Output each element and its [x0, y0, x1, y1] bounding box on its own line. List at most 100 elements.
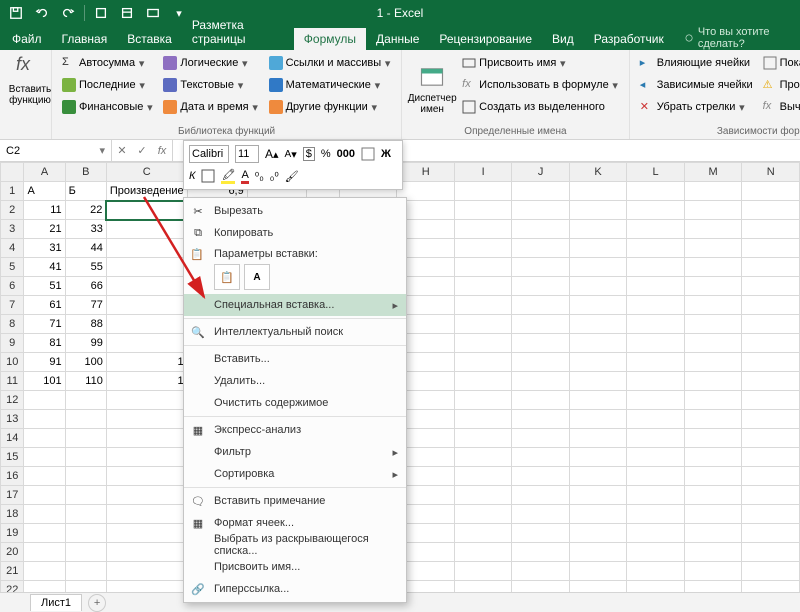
- cell[interactable]: [65, 467, 106, 486]
- cell[interactable]: [454, 505, 511, 524]
- cell[interactable]: [65, 581, 106, 593]
- cell[interactable]: 101: [24, 372, 65, 391]
- cell[interactable]: [106, 486, 187, 505]
- autosum-button[interactable]: ΣАвтосумма▾: [58, 52, 157, 74]
- cell[interactable]: [569, 296, 627, 315]
- cell[interactable]: [742, 258, 800, 277]
- trace-precedents-button[interactable]: ▸Влияющие ячейки: [636, 52, 757, 74]
- cell[interactable]: [512, 410, 569, 429]
- font-color-button[interactable]: A: [238, 165, 251, 187]
- cell[interactable]: [684, 201, 742, 220]
- cell[interactable]: [106, 410, 187, 429]
- col-header-N[interactable]: N: [742, 163, 800, 182]
- cell[interactable]: 21: [24, 220, 65, 239]
- cell[interactable]: [24, 467, 65, 486]
- tell-me[interactable]: Что вы хотите сделать?: [684, 26, 800, 50]
- cell[interactable]: 51: [24, 277, 65, 296]
- cell[interactable]: [627, 277, 684, 296]
- ctx-define-name[interactable]: Присвоить имя...: [184, 556, 406, 578]
- cell[interactable]: [742, 467, 800, 486]
- cell[interactable]: [65, 543, 106, 562]
- ctx-insert-comment[interactable]: 🗨Вставить примечание: [184, 490, 406, 512]
- cell[interactable]: 61: [24, 296, 65, 315]
- cell[interactable]: [512, 467, 569, 486]
- cell[interactable]: [684, 486, 742, 505]
- cell[interactable]: [684, 429, 742, 448]
- trace-dependents-button[interactable]: ◂Зависимые ячейки: [636, 74, 757, 96]
- remove-arrows-button[interactable]: ✕Убрать стрелки▾: [636, 96, 757, 118]
- cell[interactable]: [512, 448, 569, 467]
- tab-insert[interactable]: Вставка: [117, 28, 182, 50]
- cell[interactable]: [684, 581, 742, 593]
- cell[interactable]: [742, 315, 800, 334]
- cell[interactable]: [627, 258, 684, 277]
- col-header-B[interactable]: B: [65, 163, 106, 182]
- cell[interactable]: [65, 524, 106, 543]
- recent-button[interactable]: Последние▾: [58, 74, 157, 96]
- fill-color-button[interactable]: 🖍: [218, 165, 238, 187]
- cell[interactable]: [512, 296, 569, 315]
- cell[interactable]: [106, 429, 187, 448]
- cell[interactable]: [454, 562, 511, 581]
- datetime-button[interactable]: Дата и время▾: [159, 96, 262, 118]
- qat-btn-2[interactable]: [115, 2, 139, 24]
- cell[interactable]: [684, 467, 742, 486]
- undo-button[interactable]: [30, 2, 54, 24]
- row-header[interactable]: 2: [1, 201, 24, 220]
- comma-format[interactable]: 000: [334, 143, 358, 165]
- row-header[interactable]: 12: [1, 391, 24, 410]
- paste-opt-all[interactable]: 📋: [214, 264, 240, 290]
- cell[interactable]: [65, 410, 106, 429]
- cell[interactable]: А: [24, 182, 65, 201]
- cell[interactable]: [742, 220, 800, 239]
- more-fn-button[interactable]: Другие функции▾: [265, 96, 396, 118]
- cell[interactable]: [106, 258, 187, 277]
- ctx-quick-analysis[interactable]: ▦Экспресс-анализ: [184, 419, 406, 441]
- cell[interactable]: 33: [65, 220, 106, 239]
- cell[interactable]: [569, 505, 627, 524]
- border-button[interactable]: [198, 165, 218, 187]
- cell[interactable]: [512, 486, 569, 505]
- cell[interactable]: [512, 543, 569, 562]
- cell[interactable]: [684, 220, 742, 239]
- cell[interactable]: [454, 220, 511, 239]
- cell[interactable]: [627, 220, 684, 239]
- cell[interactable]: [684, 258, 742, 277]
- cell[interactable]: [742, 562, 800, 581]
- cell[interactable]: [512, 220, 569, 239]
- cell[interactable]: [627, 353, 684, 372]
- ctx-delete[interactable]: Удалить...: [184, 370, 406, 392]
- cell[interactable]: [454, 353, 511, 372]
- ctx-paste-special[interactable]: Специальная вставка...▸: [184, 294, 406, 316]
- cell[interactable]: [742, 410, 800, 429]
- cell[interactable]: [569, 353, 627, 372]
- fx-enter[interactable]: ✓: [132, 144, 152, 157]
- cell[interactable]: [24, 429, 65, 448]
- cell[interactable]: [742, 182, 800, 201]
- cell[interactable]: [106, 391, 187, 410]
- cell[interactable]: 66: [65, 277, 106, 296]
- cell[interactable]: [106, 448, 187, 467]
- tab-developer[interactable]: Разработчик: [584, 28, 674, 50]
- ctx-sort[interactable]: Сортировка▸: [184, 463, 406, 485]
- cell[interactable]: [65, 505, 106, 524]
- save-button[interactable]: [4, 2, 28, 24]
- cell[interactable]: [684, 505, 742, 524]
- row-header[interactable]: 8: [1, 315, 24, 334]
- cell[interactable]: [24, 562, 65, 581]
- cell[interactable]: [742, 334, 800, 353]
- bold-button[interactable]: Ж: [378, 143, 394, 165]
- cell[interactable]: Произведение: [106, 182, 187, 201]
- cell[interactable]: [454, 486, 511, 505]
- grow-font[interactable]: A▴: [262, 143, 282, 165]
- cell[interactable]: [627, 581, 684, 593]
- cell[interactable]: [742, 391, 800, 410]
- name-manager-button[interactable]: Диспетчер имен: [408, 52, 456, 126]
- cell[interactable]: [512, 182, 569, 201]
- cell[interactable]: [106, 201, 187, 220]
- cell[interactable]: [512, 353, 569, 372]
- cell[interactable]: [106, 277, 187, 296]
- cell[interactable]: [684, 524, 742, 543]
- cell[interactable]: [24, 486, 65, 505]
- ctx-clear[interactable]: Очистить содержимое: [184, 392, 406, 414]
